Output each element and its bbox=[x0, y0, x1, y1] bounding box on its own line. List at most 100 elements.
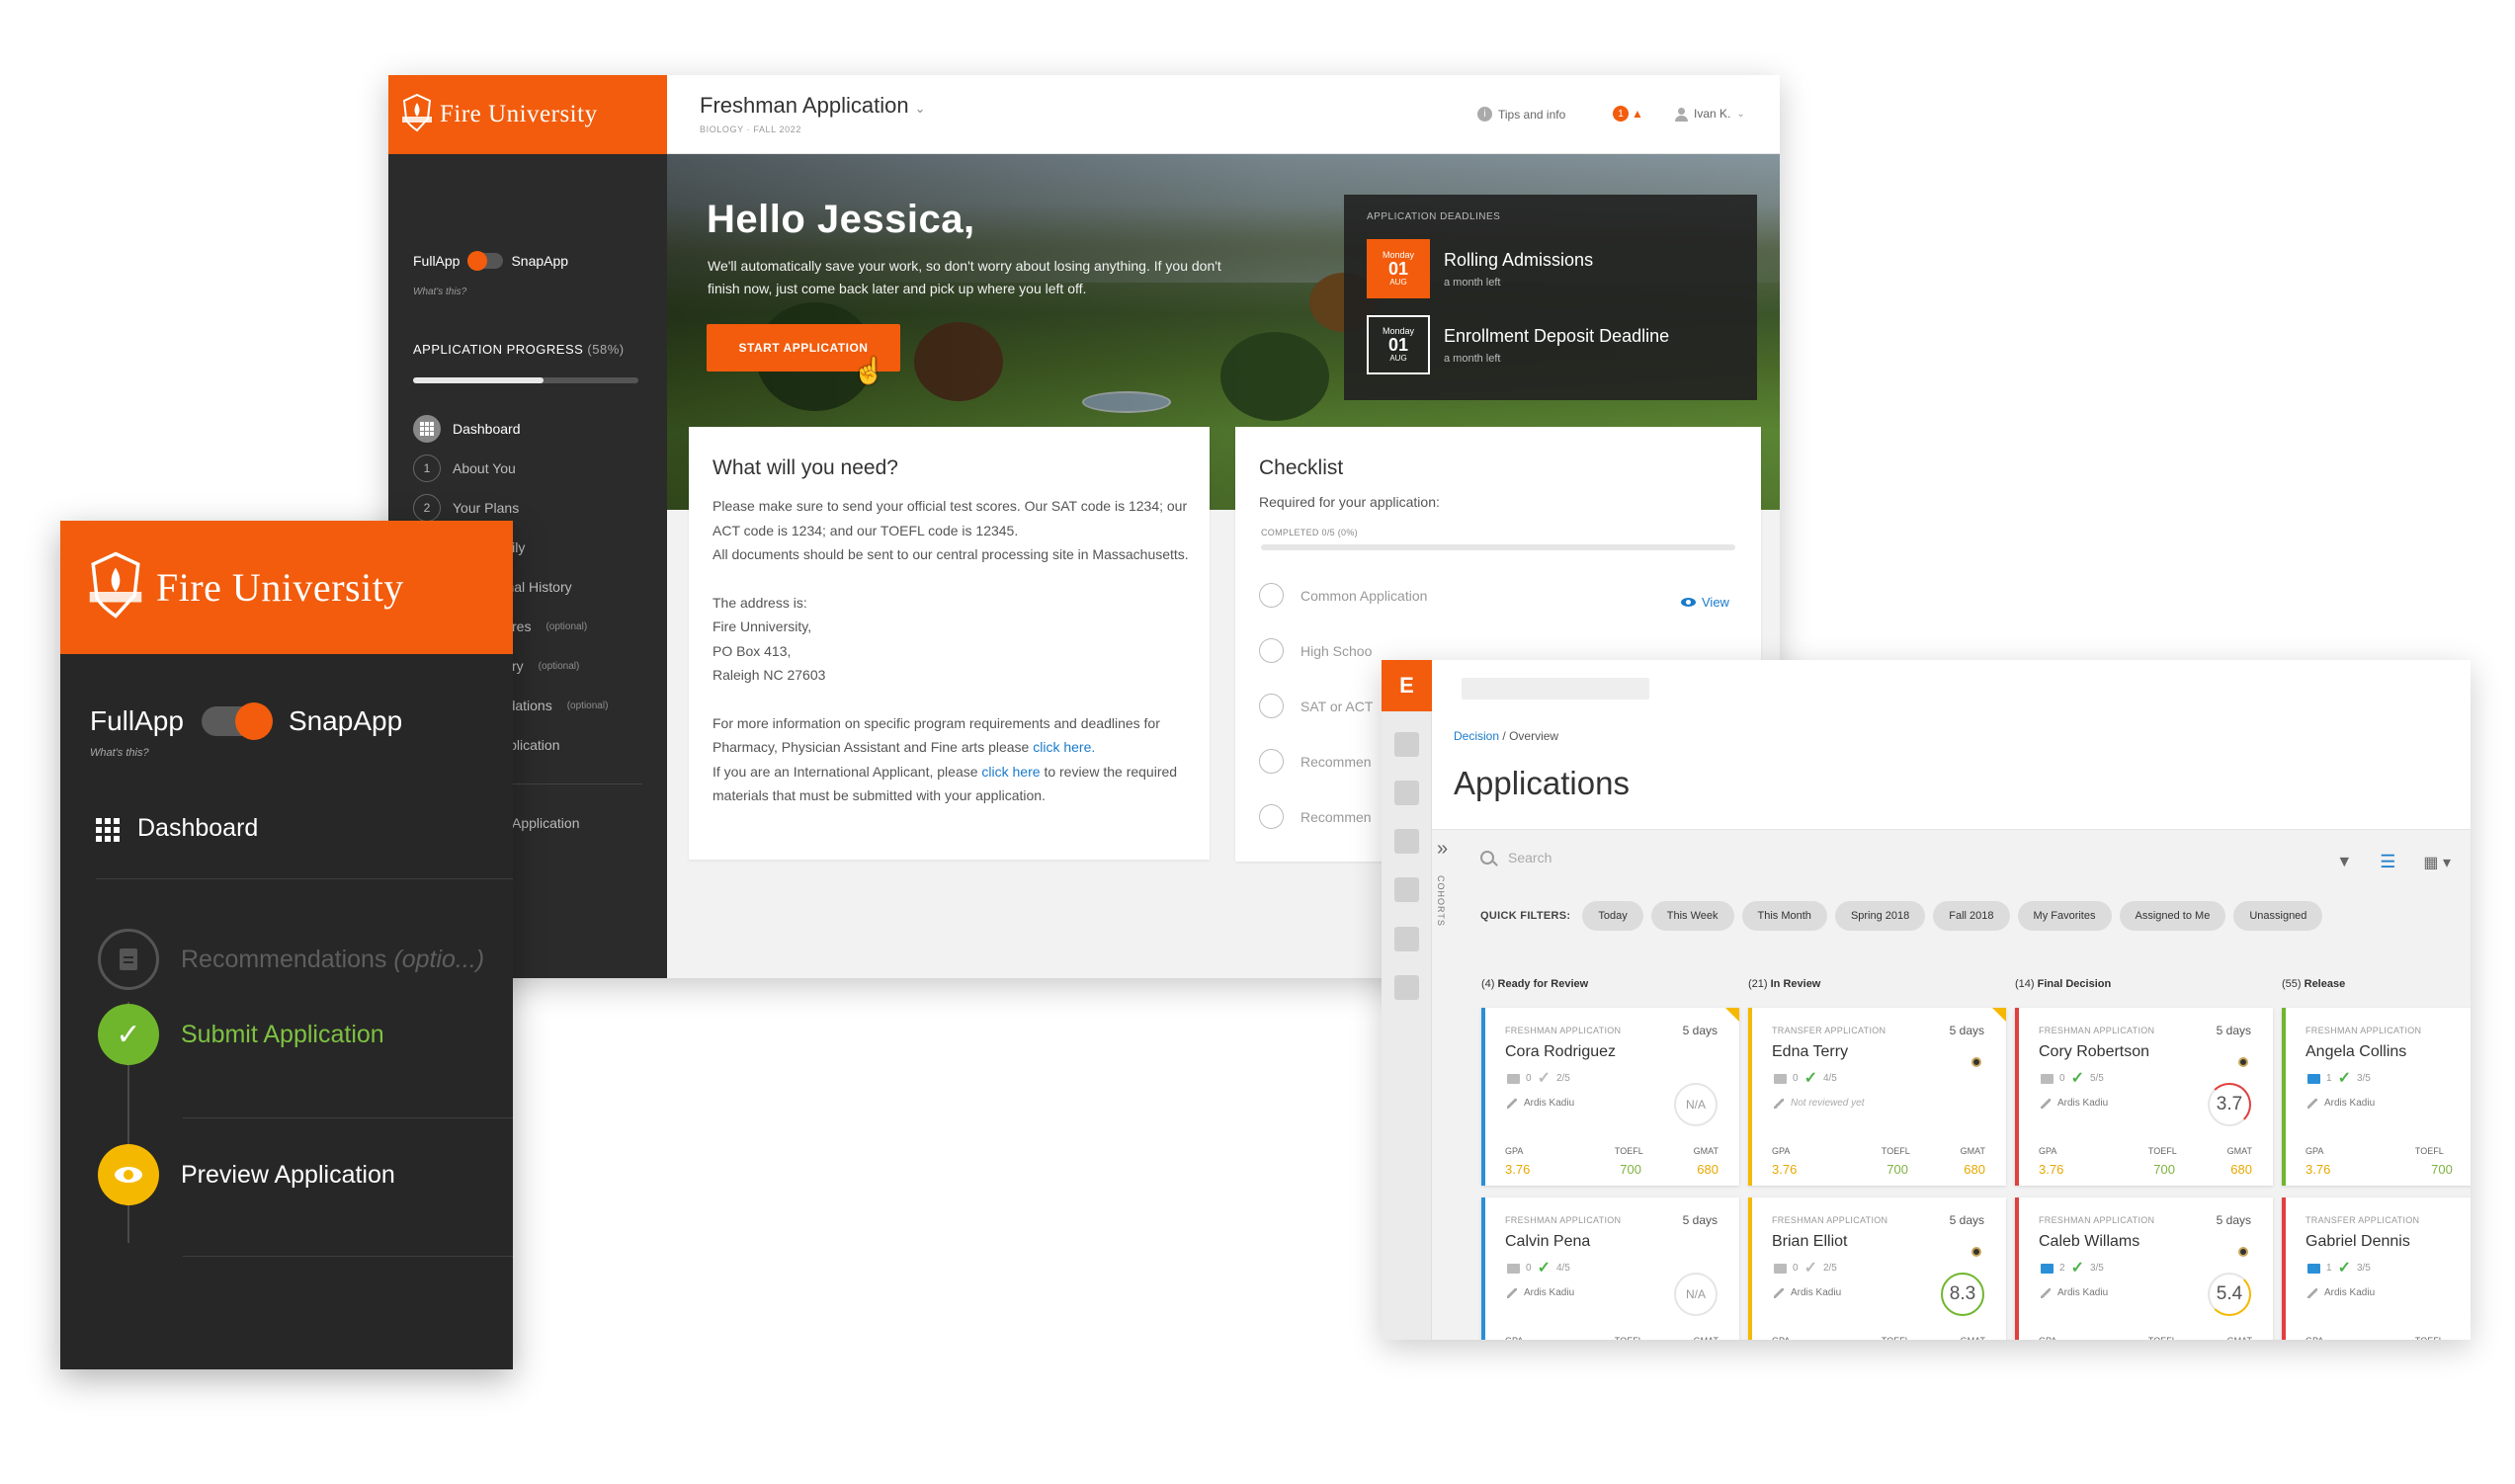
dashboard-grid-icon bbox=[96, 817, 120, 842]
double-chevron-right-icon[interactable]: » bbox=[1437, 838, 1448, 861]
filter-pill[interactable]: Spring 2018 bbox=[1834, 901, 1926, 931]
checklist-item[interactable]: Common Application bbox=[1259, 583, 1427, 608]
page-title[interactable]: Freshman Application ⌄ bbox=[700, 93, 925, 119]
checklist-item-label: High Schoo bbox=[1300, 642, 1373, 659]
application-card[interactable]: TRANSFER APPLICATION Gabriel Dennis 1 ✓ 3/… bbox=[2282, 1197, 2471, 1340]
checkbox[interactable] bbox=[1259, 694, 1284, 718]
check-icon: ✓ bbox=[2070, 1259, 2084, 1277]
list-view-icon[interactable]: ☰ bbox=[2380, 852, 2395, 872]
chevron-down-icon[interactable]: ⌄ bbox=[915, 101, 926, 116]
reviewer: Ardis Kadiu bbox=[2307, 1287, 2375, 1298]
filter-pill[interactable]: Assigned to Me bbox=[2119, 901, 2226, 931]
preview-application-link[interactable]: Application bbox=[512, 815, 580, 831]
checklist-item[interactable]: Recommen bbox=[1259, 749, 1372, 774]
checkbox[interactable] bbox=[1259, 804, 1284, 829]
status-bar bbox=[2015, 1008, 2019, 1186]
checkbox[interactable] bbox=[1259, 638, 1284, 663]
brand-header[interactable]: Fire University bbox=[388, 75, 667, 154]
checkbox[interactable] bbox=[1259, 583, 1284, 608]
date-month: AUG bbox=[1389, 277, 1407, 287]
application-title: Freshman Application bbox=[700, 93, 909, 118]
nav-icon[interactable] bbox=[1394, 975, 1419, 1000]
application-card[interactable]: TRANSFER APPLICATION 5 days Edna Terry 0… bbox=[1748, 1008, 2006, 1186]
check-icon: ✓ bbox=[98, 1004, 159, 1065]
chevron-down-icon: ⌄ bbox=[1736, 108, 1745, 120]
filter-pill[interactable]: Today bbox=[1582, 901, 1643, 931]
search-placeholder-bar[interactable] bbox=[1462, 678, 1649, 700]
app-logo-icon[interactable]: E bbox=[1382, 660, 1432, 711]
checklist-item[interactable]: High Schoo bbox=[1259, 638, 1372, 663]
status-bar bbox=[2282, 1197, 2286, 1340]
nav-icon[interactable] bbox=[1394, 732, 1419, 757]
checklist-item[interactable]: SAT or ACT bbox=[1259, 694, 1373, 718]
card-title: Checklist bbox=[1259, 456, 1344, 479]
application-card[interactable]: FRESHMAN APPLICATION 5 days Cory Roberts… bbox=[2015, 1008, 2273, 1186]
filter-pill[interactable]: This Week bbox=[1650, 901, 1734, 931]
deadline-item[interactable]: Monday 01 AUG Rolling Admissions a month… bbox=[1367, 239, 1593, 298]
toggle-switch[interactable] bbox=[467, 251, 504, 271]
application-card[interactable]: FRESHMAN APPLICATION 5 days Cora Rodrigu… bbox=[1481, 1008, 1739, 1186]
step-submit-application[interactable]: ✓ Submit Application bbox=[98, 1004, 384, 1065]
international-link[interactable]: click here bbox=[981, 764, 1040, 780]
deadlines-panel: APPLICATION DEADLINES Monday 01 AUG Roll… bbox=[1344, 195, 1757, 400]
paragraph: Please make sure to send your official t… bbox=[713, 498, 1188, 538]
crest-logo-icon bbox=[85, 550, 146, 624]
step-about-you[interactable]: 1 About You bbox=[413, 449, 660, 488]
crest-logo-icon bbox=[400, 93, 434, 137]
search-input[interactable]: Search bbox=[1508, 850, 1551, 866]
mail-icon bbox=[1507, 1263, 1520, 1274]
check-icon: ✓ bbox=[2337, 1069, 2351, 1087]
filter-pill[interactable]: My Favorites bbox=[2017, 901, 2112, 931]
address-line: Raleigh NC 27603 bbox=[713, 667, 826, 683]
metric-values: 3.76 700 bbox=[2305, 1162, 2453, 1177]
filter-pill[interactable]: Fall 2018 bbox=[1933, 901, 2010, 931]
nav-icon[interactable] bbox=[1394, 877, 1419, 902]
breadcrumb-link[interactable]: Decision bbox=[1454, 729, 1499, 743]
application-card[interactable]: FRESHMAN APPLICATION 5 days Calvin Pena … bbox=[1481, 1197, 1739, 1340]
application-card[interactable]: FRESHMAN APPLICATION 5 days Caleb Willam… bbox=[2015, 1197, 2273, 1340]
card-stats: 0 ✓ 4/5 bbox=[1774, 1070, 1837, 1086]
checklist-item[interactable]: Recommen bbox=[1259, 804, 1372, 829]
mail-icon bbox=[2041, 1263, 2054, 1274]
whats-this-link[interactable]: What's this? bbox=[90, 747, 149, 759]
pencil-icon bbox=[2041, 1098, 2051, 1109]
application-card[interactable]: FRESHMAN APPLICATION 5 days Brian Elliot… bbox=[1748, 1197, 2006, 1340]
grid-view-icon[interactable]: ▦ ▾ bbox=[2423, 853, 2451, 872]
bell-icon: ▲ bbox=[1632, 107, 1643, 121]
tips-link[interactable]: i Tips and info bbox=[1477, 107, 1565, 122]
deadline-item[interactable]: Monday 01 AUG Enrollment Deposit Deadlin… bbox=[1367, 315, 1669, 374]
metric-labels: GPATOEFLGMAT bbox=[1505, 1336, 1719, 1340]
whats-this-link[interactable]: What's this? bbox=[413, 287, 466, 297]
notifications-button[interactable]: 1 ▲ bbox=[1613, 106, 1643, 122]
checklist-item-label: SAT or ACT bbox=[1300, 698, 1374, 714]
step-recommendations[interactable]: Recommendations (optio...) bbox=[98, 929, 484, 990]
filter-pill[interactable]: Unassigned bbox=[2233, 901, 2323, 931]
metric-labels: GPATOEFLGMAT bbox=[2039, 1336, 2252, 1340]
score-ring: N/A bbox=[1674, 1083, 1718, 1126]
filter-icon[interactable]: ▼ bbox=[2336, 854, 2352, 871]
cohorts-panel-toggle[interactable]: » COHORTS bbox=[1432, 830, 1458, 1340]
application-type: TRANSFER APPLICATION bbox=[1772, 1026, 1886, 1035]
dashboard-link[interactable]: Dashboard bbox=[96, 814, 258, 843]
status-bar bbox=[2282, 1008, 2286, 1186]
view-link[interactable]: View bbox=[1681, 595, 1729, 610]
search-bar[interactable]: Search bbox=[1480, 850, 1551, 866]
application-card[interactable]: FRESHMAN APPLICATION Angela Collins 1 ✓ 3/… bbox=[2282, 1008, 2471, 1186]
step-preview-application[interactable]: Preview Application bbox=[98, 1144, 395, 1205]
checkbox[interactable] bbox=[1259, 749, 1284, 774]
program-info-link[interactable]: click here. bbox=[1033, 739, 1095, 755]
nav-icon[interactable] bbox=[1394, 829, 1419, 854]
nav-icon[interactable] bbox=[1394, 927, 1419, 951]
divider bbox=[183, 1256, 513, 1257]
app-mode-toggle[interactable]: FullApp SnapApp bbox=[90, 702, 402, 740]
check-icon: ✓ bbox=[2070, 1069, 2084, 1087]
brand-header[interactable]: Fire University bbox=[60, 521, 513, 654]
toggle-switch[interactable] bbox=[201, 702, 273, 740]
paragraph: For more information on specific program… bbox=[713, 714, 1160, 756]
nav-icon[interactable] bbox=[1394, 781, 1419, 805]
filter-pill[interactable]: This Month bbox=[1741, 901, 1827, 931]
user-menu[interactable]: Ivan K. ⌄ bbox=[1675, 107, 1745, 122]
metric-values: 3.76 700 680 bbox=[2039, 1162, 2252, 1177]
step-dashboard[interactable]: Dashboard bbox=[413, 409, 660, 449]
app-mode-toggle[interactable]: FullApp SnapApp bbox=[413, 251, 568, 271]
